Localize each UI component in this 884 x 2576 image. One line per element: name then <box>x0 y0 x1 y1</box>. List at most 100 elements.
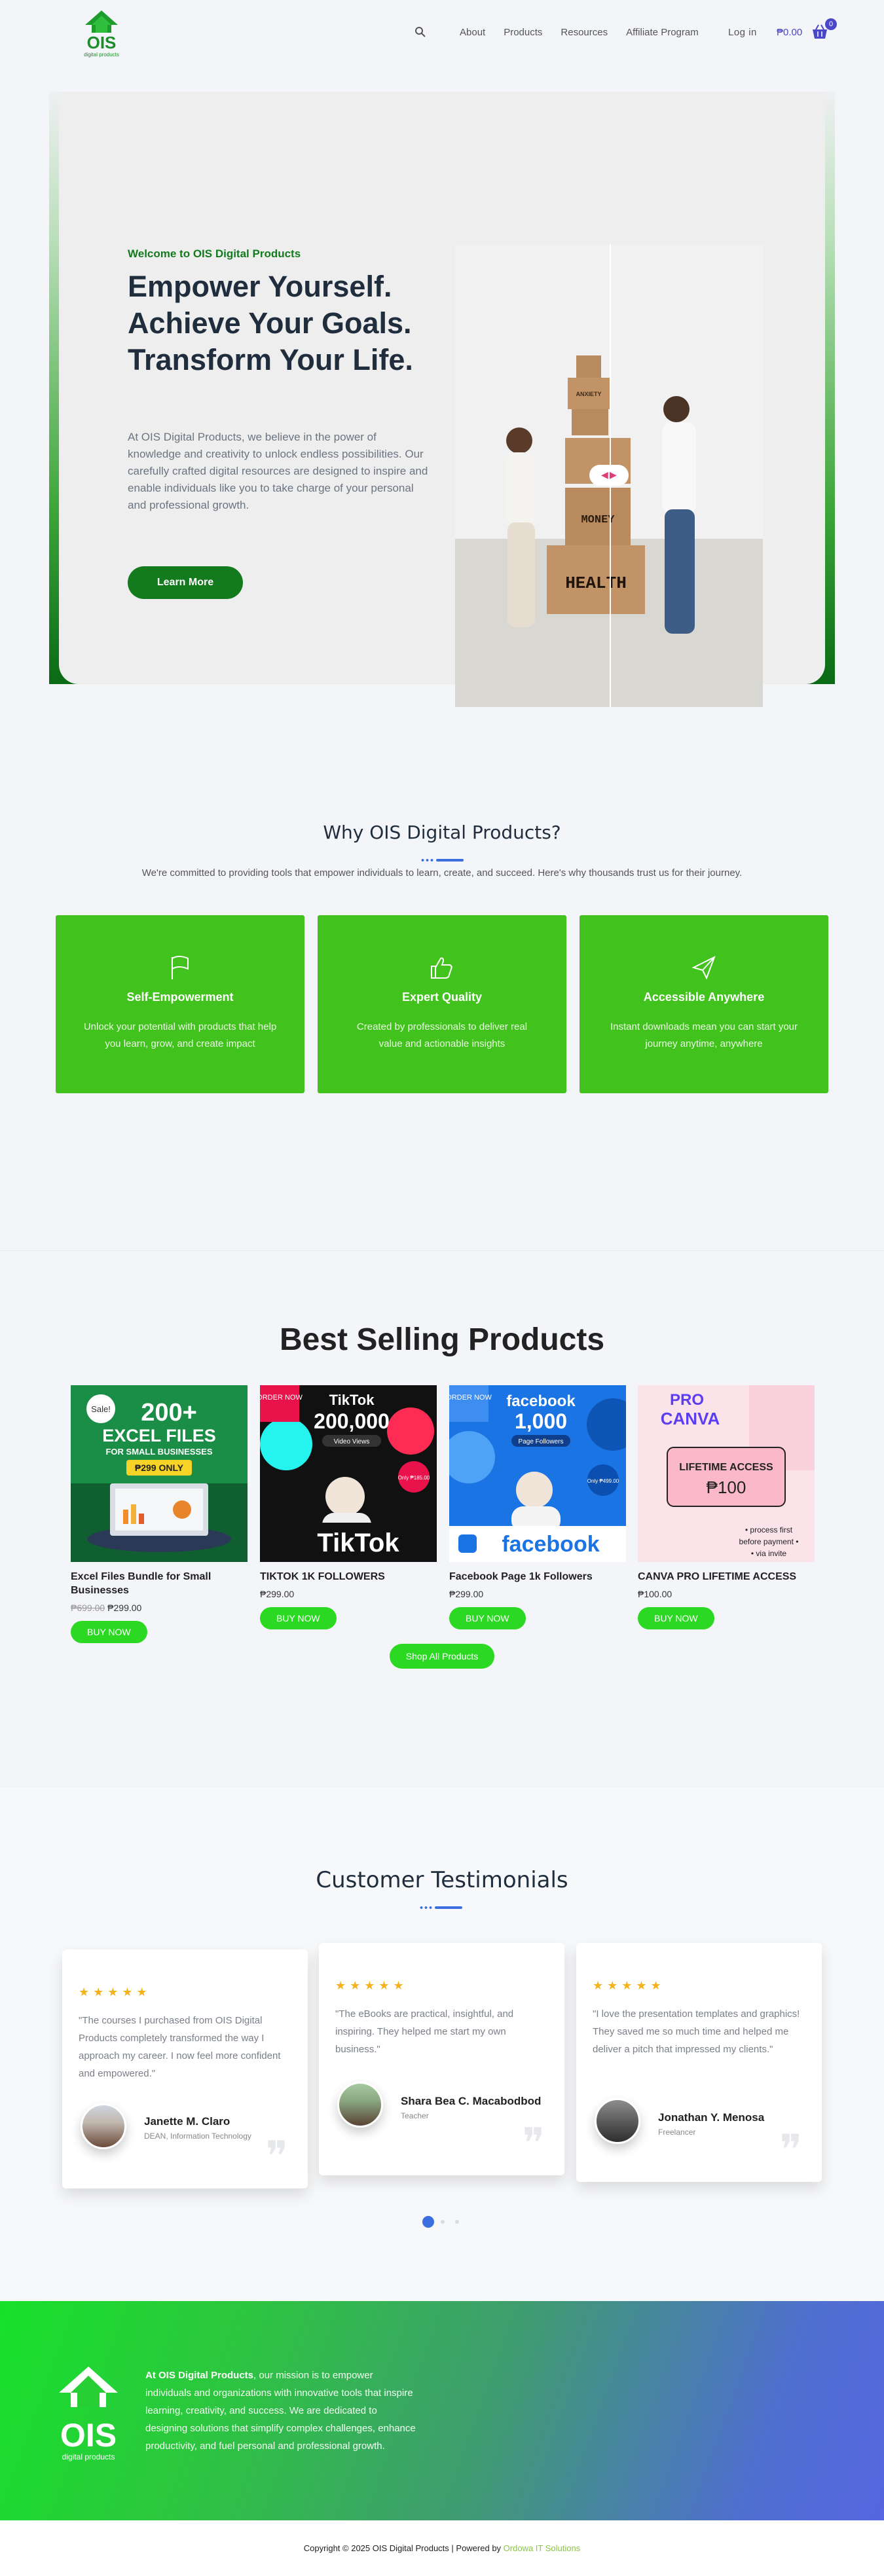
product-name[interactable]: CANVA PRO LIFETIME ACCESS <box>638 1570 815 1584</box>
footer-ois-logo[interactable]: OIS digital products <box>52 2367 124 2465</box>
img-logo: TikTok <box>317 1529 399 1557</box>
img-only-price: Only ₱185.00 <box>398 1475 430 1481</box>
testimonial-name: Jonathan Y. Menosa <box>658 2111 765 2124</box>
carousel-dot[interactable] <box>441 2220 445 2224</box>
product-name[interactable]: Excel Files Bundle for Small Businesses <box>71 1570 248 1597</box>
product-card: PRO CANVA LIFETIME ACCESS ₱100 • process… <box>638 1385 815 1629</box>
search-icon[interactable] <box>414 26 426 38</box>
order-now-tag: ORDER NOW <box>449 1394 492 1402</box>
feature-title: Accessible Anywhere <box>643 990 765 1004</box>
product-price: ₱699.00 ₱299.00 <box>71 1603 248 1613</box>
testimonial-role: DEAN, Information Technology <box>144 2132 251 2141</box>
ois-logo[interactable]: OIS digital products <box>79 9 124 59</box>
quote-icon: ❞ <box>265 2133 288 2181</box>
cart-total[interactable]: ₱0.00 <box>777 27 802 38</box>
product-name[interactable]: TIKTOK 1K FOLLOWERS <box>260 1570 437 1584</box>
testimonial-quote: "The eBooks are practical, insightful, a… <box>335 2008 514 2055</box>
sale-badge: Sale! <box>91 1404 111 1414</box>
excel-bundle-graphic: Sale! 200+ EXCEL FILES FOR SMALL BUSINES… <box>71 1385 248 1562</box>
testimonial-quote: "The courses I purchased from OIS Digita… <box>79 2015 281 2079</box>
learn-more-button[interactable]: Learn More <box>128 566 243 599</box>
login-link[interactable]: Log in <box>728 27 757 38</box>
best-selling-section: Best Selling Products Sale! 200+ EXCEL F… <box>0 1250 884 1787</box>
feature-card-self-empowerment: Self-Empowerment Unlock your potential w… <box>56 915 304 1093</box>
product-card: ORDER NOW TikTok 200,000 Video Views Onl… <box>260 1385 437 1629</box>
hero-eyebrow: Welcome to OIS Digital Products <box>128 247 301 260</box>
img-box-price: ₱100 <box>707 1478 746 1497</box>
testimonial-card: ★★★★★ "The eBooks are practical, insight… <box>319 1943 564 2175</box>
img-headline: 200+ <box>141 1399 197 1426</box>
site-header: OIS digital products About Products Reso… <box>0 0 884 92</box>
img-count: 1,000 <box>515 1409 567 1433</box>
img-sub: Page Followers <box>519 1438 564 1445</box>
feature-description: Instant downloads mean you can start you… <box>610 1021 798 1049</box>
buy-now-button[interactable]: BUY NOW <box>449 1607 526 1629</box>
cart-count-badge: 0 <box>825 18 837 30</box>
copyright-bar: Copyright © 2025 OIS Digital Products | … <box>0 2520 884 2576</box>
chevron-right-icon: ▶ <box>610 469 617 480</box>
carousel-dot[interactable] <box>455 2220 459 2224</box>
img-brand: facebook <box>506 1392 576 1410</box>
nav-products[interactable]: Products <box>504 27 542 38</box>
testimonial-name: Janette M. Claro <box>144 2115 230 2128</box>
section-separator <box>419 1906 462 1909</box>
why-section: Why OIS Digital Products? We're committe… <box>0 746 884 1250</box>
product-old-price: ₱699.00 <box>71 1603 105 1613</box>
order-now-tag: ORDER NOW <box>260 1394 303 1402</box>
chevron-left-icon: ◀ <box>601 469 608 480</box>
main-nav: About Products Resources Affiliate Progr… <box>460 27 699 38</box>
star-rating: ★★★★★ <box>79 1986 151 1999</box>
canva-graphic: PRO CANVA LIFETIME ACCESS ₱100 • process… <box>638 1385 815 1562</box>
testimonials-title: Customer Testimonials <box>316 1867 568 1893</box>
compare-handle[interactable]: ◀ ▶ <box>589 465 629 486</box>
flag-icon <box>172 956 189 979</box>
product-sale-price: ₱299.00 <box>107 1603 142 1613</box>
feature-title: Self-Empowerment <box>126 990 234 1004</box>
box-label-anxiety: ANXIETY <box>576 391 601 397</box>
img-box-title: LIFETIME ACCESS <box>679 1462 773 1473</box>
avatar <box>337 2082 383 2128</box>
nav-about[interactable]: About <box>460 27 485 38</box>
avatar <box>81 2103 126 2149</box>
quote-icon: ❞ <box>779 2126 802 2175</box>
product-price: ₱100.00 <box>638 1589 672 1599</box>
img-sub: Video Views <box>334 1438 370 1445</box>
testimonial-name: Shara Bea C. Macabodbod <box>401 2095 542 2107</box>
product-image[interactable]: ORDER NOW facebook 1,000 Page Followers … <box>449 1385 626 1562</box>
why-title: Why OIS Digital Products? <box>323 822 561 843</box>
paper-plane-icon <box>691 955 716 980</box>
product-price: ₱299.00 <box>449 1589 484 1599</box>
img-logo: facebook <box>502 1532 599 1557</box>
shop-all-products-button[interactable]: Shop All Products <box>390 1644 494 1669</box>
buy-now-button[interactable]: BUY NOW <box>638 1607 714 1629</box>
img-caption: FOR SMALL BUSINESSES <box>105 1447 212 1457</box>
img-subheadline: EXCEL FILES <box>102 1426 216 1445</box>
product-image[interactable]: Sale! 200+ EXCEL FILES FOR SMALL BUSINES… <box>71 1385 248 1562</box>
img-bullet: before payment • <box>739 1537 799 1546</box>
powered-by-link[interactable]: Ordowa IT Solutions <box>504 2543 581 2553</box>
star-rating: ★★★★★ <box>593 1979 665 1992</box>
footer-logo-text: OIS <box>60 2417 117 2454</box>
product-image[interactable]: ORDER NOW TikTok 200,000 Video Views Onl… <box>260 1385 437 1562</box>
nav-affiliate-program[interactable]: Affiliate Program <box>626 27 699 38</box>
carousel-dot-active[interactable] <box>422 2216 434 2228</box>
buy-now-button[interactable]: BUY NOW <box>260 1607 337 1629</box>
tiktok-graphic: ORDER NOW TikTok 200,000 Video Views Onl… <box>260 1385 437 1562</box>
product-image[interactable]: PRO CANVA LIFETIME ACCESS ₱100 • process… <box>638 1385 815 1562</box>
nav-resources[interactable]: Resources <box>561 27 608 38</box>
img-price-tag: ₱299 ONLY <box>135 1462 184 1473</box>
img-headline: PRO <box>670 1391 704 1409</box>
buy-now-button[interactable]: BUY NOW <box>71 1621 147 1643</box>
logo-subtext: digital products <box>84 52 119 58</box>
star-rating: ★★★★★ <box>335 1979 408 1992</box>
product-name[interactable]: Facebook Page 1k Followers <box>449 1570 626 1584</box>
testimonial-card: ★★★★★ "I love the presentation templates… <box>576 1943 822 2182</box>
product-card: Sale! 200+ EXCEL FILES FOR SMALL BUSINES… <box>71 1385 248 1643</box>
copyright-text: Copyright © 2025 OIS Digital Products | … <box>303 2543 504 2553</box>
avatar <box>595 2098 640 2144</box>
hero-text: At OIS Digital Products, we believe in t… <box>128 431 428 511</box>
feature-card-accessible-anywhere: Accessible Anywhere Instant downloads me… <box>580 915 828 1093</box>
box-label-health: HEALTH <box>565 573 627 593</box>
feature-card-expert-quality: Expert Quality Created by professionals … <box>318 915 566 1093</box>
testimonial-card: ★★★★★ "The courses I purchased from OIS … <box>62 1950 308 2188</box>
